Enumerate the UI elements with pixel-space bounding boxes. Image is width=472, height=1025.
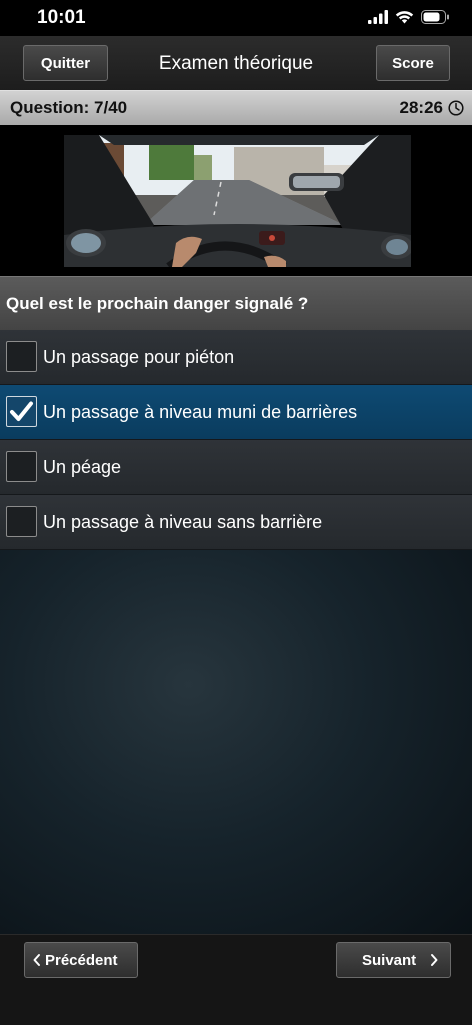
photo-area <box>0 125 472 276</box>
answer-checkbox[interactable] <box>6 451 37 482</box>
next-button[interactable]: Suivant <box>336 942 451 978</box>
status-icons <box>368 10 450 24</box>
answer-option-1[interactable]: Un passage pour piéton <box>0 330 472 385</box>
answer-checkbox[interactable] <box>6 506 37 537</box>
answer-label: Un péage <box>43 457 122 477</box>
previous-button[interactable]: Précédent <box>24 942 138 978</box>
timer-value: 28:26 <box>399 98 443 117</box>
previous-label: Précédent <box>45 951 118 969</box>
status-bar: 10:01 <box>0 0 472 36</box>
score-button[interactable]: Score <box>376 45 450 81</box>
answer-checkbox[interactable] <box>6 396 37 427</box>
status-time: 10:01 <box>37 7 86 28</box>
answer-option-3[interactable]: Un péage <box>0 440 472 495</box>
next-label: Suivant <box>362 951 417 969</box>
answer-option-2[interactable]: Un passage à niveau muni de barrières <box>0 385 472 440</box>
bottom-bar: Précédent Suivant <box>0 934 472 1025</box>
question-text: Quel est le prochain danger signalé ? <box>6 294 309 313</box>
answer-label: Un passage à niveau muni de barrières <box>43 402 358 422</box>
timer: 28:26 <box>400 98 464 118</box>
clock-icon <box>448 100 464 116</box>
wifi-icon <box>395 11 414 24</box>
cellular-signal-icon <box>368 10 388 24</box>
chevron-right-icon <box>431 954 438 966</box>
content-background <box>0 550 472 934</box>
question-counter: Question: 7/40 <box>10 98 128 117</box>
answer-label: Un passage à niveau sans barrière <box>43 512 323 532</box>
answer-checkbox[interactable] <box>6 341 37 372</box>
answer-label: Un passage pour piéton <box>43 347 235 367</box>
chevron-left-icon <box>33 954 40 966</box>
question-bar: Quel est le prochain danger signalé ? <box>0 276 472 330</box>
answer-option-4[interactable]: Un passage à niveau sans barrière <box>0 495 472 550</box>
checkmark-icon <box>10 401 33 421</box>
question-photo <box>64 135 411 267</box>
battery-icon <box>421 10 449 24</box>
answer-list: Un passage pour piéton Un passage à nive… <box>0 330 472 550</box>
question-info-bar: Question: 7/40 28:26 <box>0 90 472 125</box>
nav-bar: Quitter Examen théorique Score <box>0 36 472 90</box>
